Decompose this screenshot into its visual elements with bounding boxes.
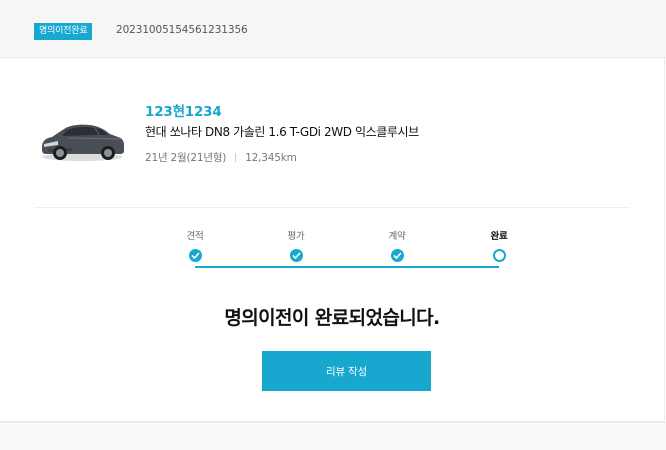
check-icon [188,249,202,262]
stepper-track [195,266,499,268]
order-card: 123현1234 현대 쏘나타 DN8 가솔린 1.6 T-GDi 2WD 익스… [0,58,665,422]
check-icon [390,249,404,262]
order-header: 명의이전완료 20231005154561231356 [0,0,666,58]
step-complete: 완료 [469,230,529,262]
plate-number: 123현1234 [145,104,222,120]
step-label: 계약 [388,231,406,242]
check-icon [289,249,303,262]
car-year: 21년 2월(21년형) [145,152,227,164]
write-review-button[interactable]: 리뷰 작성 [262,351,431,391]
bottom-area [0,422,666,450]
status-badge: 명의이전완료 [34,23,93,40]
step-label: 견적 [186,231,204,242]
car-image-icon [42,124,124,161]
step-label: 완료 [490,231,508,242]
car-mileage: 12,345km [245,152,297,164]
completion-message: 명의이전이 완료되었습니다. [224,307,440,329]
step-label: 평가 [287,231,305,242]
progress-stepper: 견적 평가 계약 완료 [0,230,664,280]
car-model-name: 현대 쏘나타 DN8 가솔린 1.6 T-GDi 2WD 익스클루시브 [145,125,419,139]
current-step-icon [492,249,506,262]
meta-divider [235,153,237,162]
step-evaluation: 평가 [266,230,326,262]
car-meta: 21년 2월(21년형) 12,345km [145,150,297,165]
order-number: 20231005154561231356 [116,24,248,36]
step-contract: 계약 [367,230,427,262]
section-divider [34,207,630,208]
step-estimate: 견적 [165,230,225,262]
